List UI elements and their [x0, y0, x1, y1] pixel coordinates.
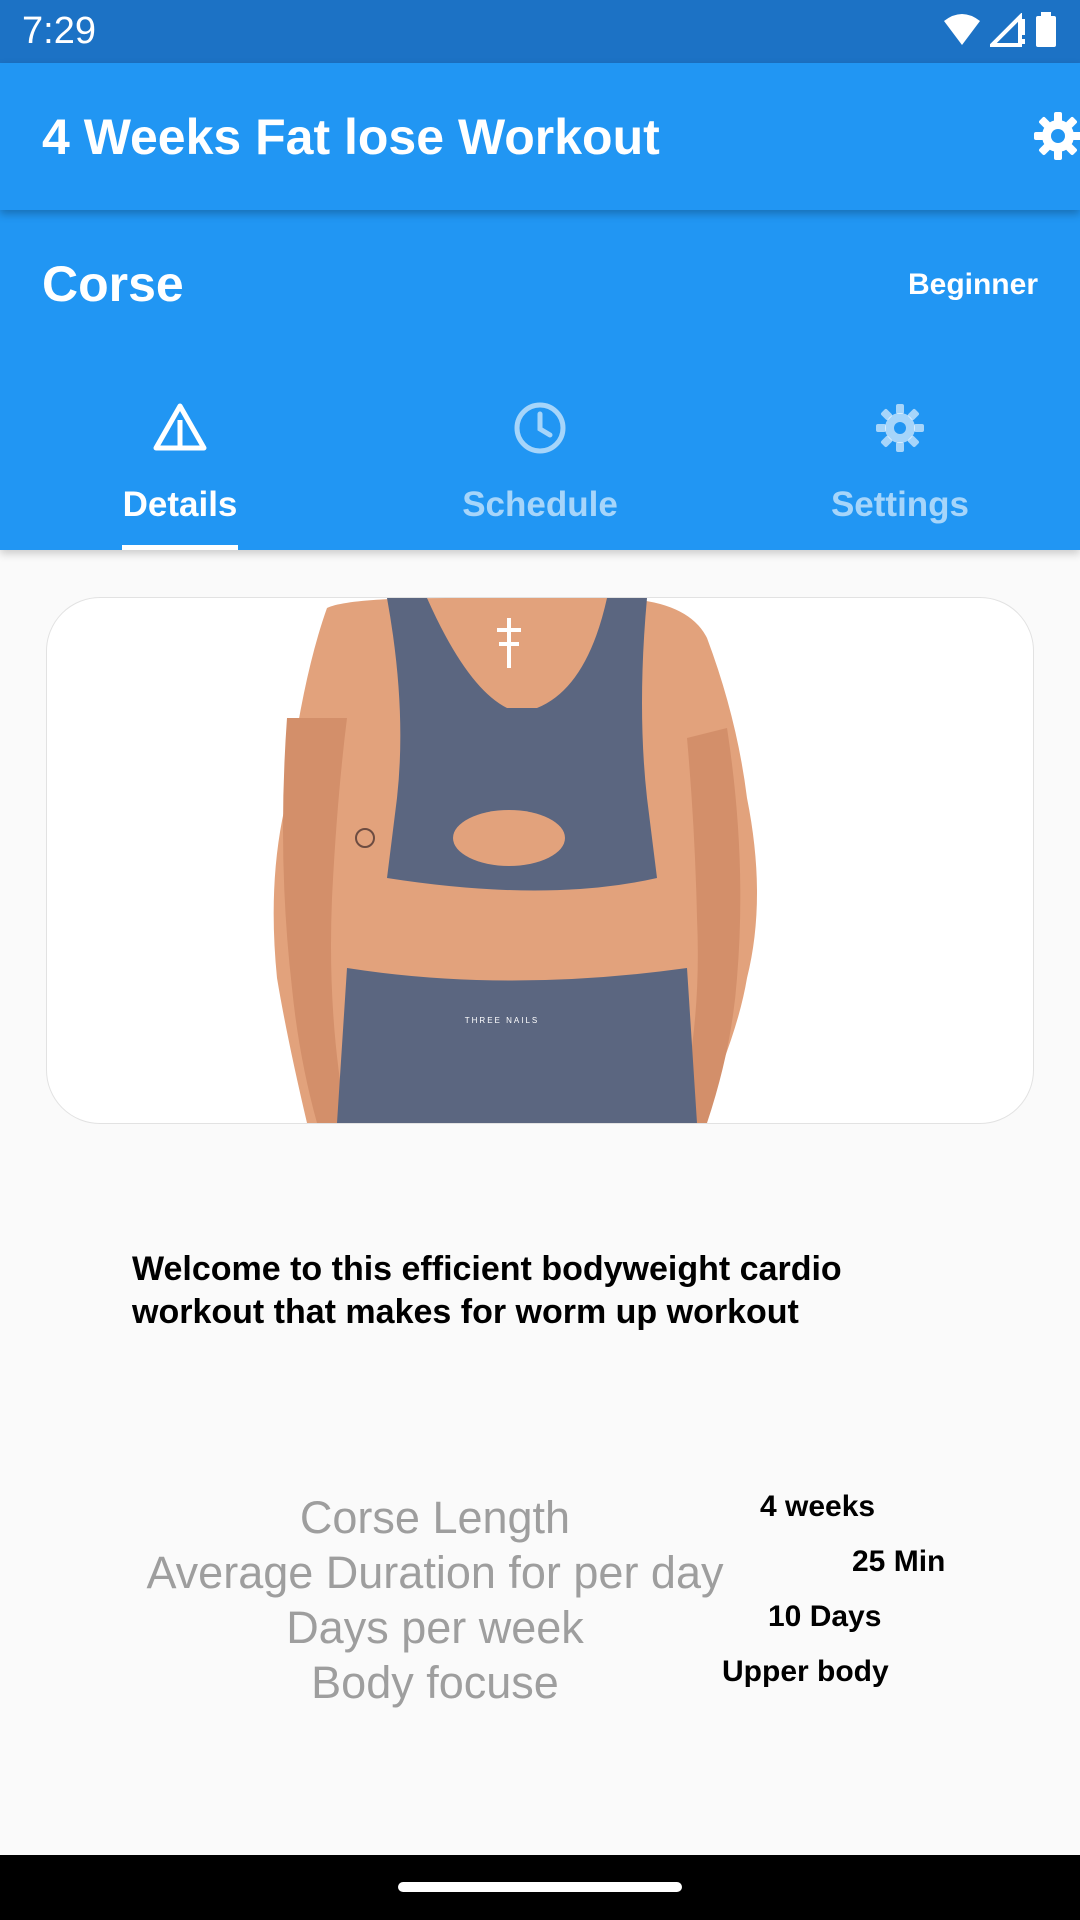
warning-triangle-icon [153, 403, 207, 451]
stat-label-average-duration: Average Duration for per day [146, 1547, 724, 1598]
course-header: Corse Beginner Details Schedule Settings [0, 210, 1080, 550]
battery-icon [1036, 12, 1056, 47]
app-bar: 4 Weeks Fat lose Workout [0, 63, 1080, 210]
system-nav-bar [0, 1855, 1080, 1920]
print-text: THREE NAILS [465, 1016, 539, 1025]
tab-indicator [122, 545, 238, 550]
gear-icon[interactable] [1020, 106, 1080, 166]
stat-label-body-focus: Body focuse [311, 1657, 559, 1708]
app-title: 4 Weeks Fat lose Workout [42, 109, 660, 165]
stat-value-average-duration: 25 Min [852, 1545, 946, 1578]
tab-settings-label: Settings [830, 485, 970, 524]
tab-details[interactable]: Details [30, 390, 330, 550]
stat-value-days-per-week: 10 Days [768, 1600, 882, 1633]
stat-value-course-length: 4 weeks [760, 1490, 876, 1523]
gear-icon [876, 404, 924, 452]
signal-icon [990, 13, 1025, 47]
hero-image-card: THREE NAILS [46, 597, 1034, 1124]
tab-details-label: Details [122, 485, 238, 524]
clock-icon [514, 402, 566, 454]
stat-label-course-length: Corse Length [299, 1492, 571, 1543]
stats-labels: Corse Length Average Duration for per da… [120, 1490, 750, 1710]
welcome-text: Welcome to this efficient bodyweight car… [132, 1250, 842, 1331]
tab-settings[interactable]: Settings [750, 390, 1050, 550]
course-title: Corse [42, 256, 184, 312]
status-bar: 7:29 [0, 0, 1080, 63]
status-time: 7:29 [22, 10, 96, 52]
tab-schedule[interactable]: Schedule [390, 390, 690, 550]
stat-label-days-per-week: Days per week [286, 1602, 584, 1653]
workout-photo: THREE NAILS [273, 598, 757, 1123]
tab-schedule-label: Schedule [462, 485, 618, 524]
wifi-icon [944, 14, 980, 45]
home-handle[interactable] [398, 1882, 682, 1892]
level-label: Beginner [907, 268, 1038, 301]
status-icons [942, 12, 1058, 48]
